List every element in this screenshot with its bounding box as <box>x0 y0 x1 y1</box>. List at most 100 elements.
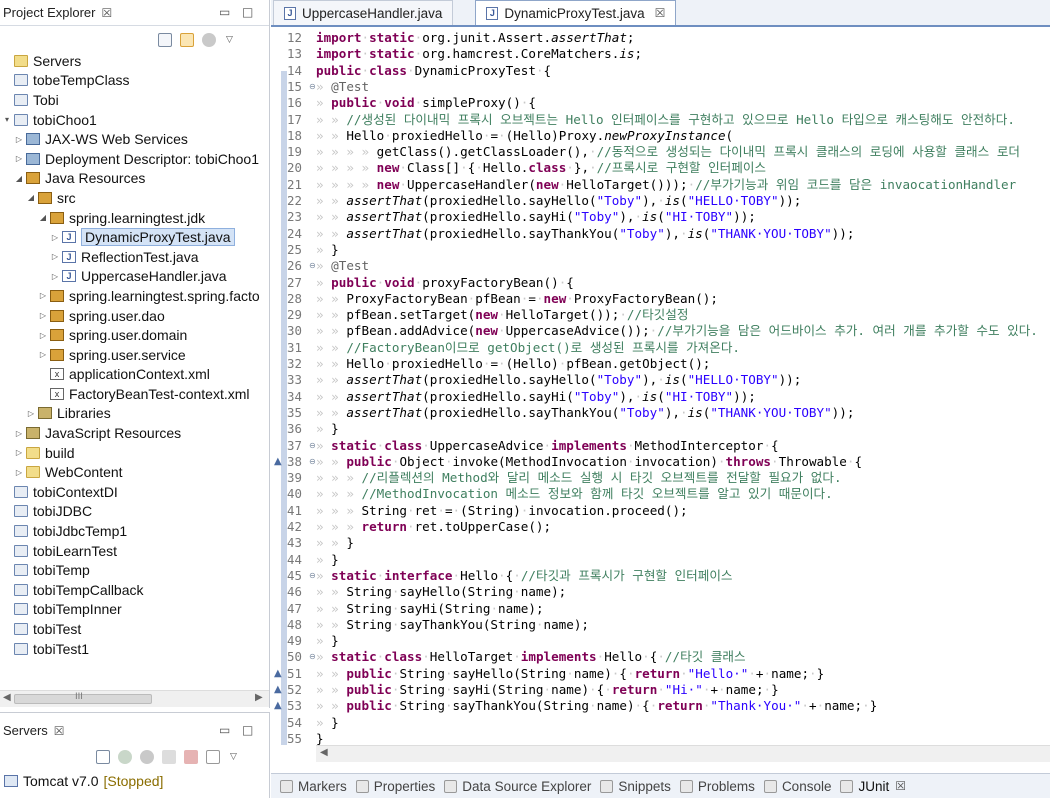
expand-toggle-icon[interactable]: ▷ <box>26 409 36 418</box>
tree-item[interactable]: tobiTest1 <box>0 639 269 659</box>
code-line[interactable]: » static·interface·Hello·{·//타깃과 프록시가 구현… <box>316 568 733 584</box>
override-marker-icon[interactable]: ▲ <box>274 700 282 711</box>
code-line[interactable]: public·class·DynamicProxyTest·{ <box>316 63 551 79</box>
stop-server-icon[interactable] <box>184 750 198 764</box>
fold-toggle-icon[interactable]: ⊖ <box>309 261 316 270</box>
code-line[interactable]: » » assertThat(proxiedHello.sayHi("Toby"… <box>316 209 756 225</box>
code-line[interactable]: » } <box>316 633 339 649</box>
bottom-tab[interactable]: Data Source Explorer <box>444 779 591 794</box>
code-line[interactable]: » » pfBean.setTarget(new·HelloTarget());… <box>316 307 688 323</box>
code-line[interactable]: » » public·String·sayHello(String·name)·… <box>316 666 824 682</box>
collapse-all-icon[interactable] <box>158 33 172 47</box>
publish-icon[interactable] <box>206 750 220 764</box>
scroll-left-icon[interactable]: ◀ <box>3 692 11 703</box>
tree-item[interactable]: ▾ tobiChoo1 <box>0 110 269 130</box>
code-area[interactable]: import·static·org.junit.Assert.assertTha… <box>316 29 1050 745</box>
code-line[interactable]: » » public·Object·invoke(MethodInvocatio… <box>316 454 862 470</box>
tree-item[interactable]: ▷ WebContent <box>0 462 269 482</box>
fold-toggle-icon[interactable]: ⊖ <box>309 441 316 450</box>
expand-toggle-icon[interactable]: ▾ <box>2 115 12 124</box>
code-line[interactable]: » » assertThat(proxiedHello.sayThankYou(… <box>316 226 854 242</box>
code-line[interactable]: } <box>316 731 324 745</box>
profile-server-icon[interactable] <box>140 750 154 764</box>
focus-icon[interactable] <box>202 33 216 47</box>
project-explorer-title[interactable]: Project Explorer <box>3 5 95 20</box>
tree-item[interactable]: ◢ spring.learningtest.jdk <box>0 208 269 228</box>
editor-horizontal-scrollbar[interactable]: ◀ <box>316 745 1050 762</box>
bottom-tab[interactable]: Problems <box>679 779 755 794</box>
tree-item[interactable]: tobeTempClass <box>0 71 269 91</box>
code-line[interactable]: » » //생성된 다이내믹 프록시 오브젝트는 Hello 인터페이스를 구현… <box>316 112 1015 128</box>
expand-toggle-icon[interactable]: ▷ <box>38 291 48 300</box>
code-line[interactable]: » @Test <box>316 258 369 274</box>
code-line[interactable]: » » » » getClass().getClassLoader(),·//동… <box>316 144 1020 160</box>
code-line[interactable]: » » String·sayThankYou(String·name); <box>316 617 589 633</box>
expand-toggle-icon[interactable]: ▷ <box>38 311 48 320</box>
code-line[interactable]: » » assertThat(proxiedHello.sayThankYou(… <box>316 405 854 421</box>
expand-toggle-icon[interactable]: ◢ <box>38 213 48 222</box>
code-line[interactable]: » » » return·ret.toUpperCase(); <box>316 519 551 535</box>
tree-item[interactable]: ◢ Java Resources <box>0 169 269 189</box>
code-line[interactable]: » » //FactoryBean이므로 getObject()로 생성된 프록… <box>316 340 740 356</box>
code-line[interactable]: » static·class·HelloTarget·implements·He… <box>316 649 746 665</box>
tree-item[interactable]: ▷ spring.learningtest.spring.facto <box>0 286 269 306</box>
code-line[interactable]: import·static·org.hamcrest.CoreMatchers.… <box>316 46 642 62</box>
code-line[interactable]: » » Hello·proxiedHello·=·(Hello)·pfBean.… <box>316 356 710 372</box>
tree-item[interactable]: ◢ src <box>0 188 269 208</box>
tree-item[interactable]: ▷ spring.user.service <box>0 345 269 365</box>
tree-item[interactable]: x applicationContext.xml <box>0 365 269 385</box>
bottom-tab[interactable]: Markers <box>280 779 347 794</box>
restart-server-icon[interactable] <box>162 750 176 764</box>
tree-item[interactable]: tobiJdbcTemp1 <box>0 521 269 541</box>
expand-toggle-icon[interactable]: ▷ <box>50 272 60 281</box>
expand-toggle-icon[interactable]: ▷ <box>14 135 24 144</box>
tree-item[interactable]: tobiLearnTest <box>0 541 269 561</box>
override-marker-icon[interactable]: ▲ <box>274 456 282 467</box>
link-with-editor-icon[interactable] <box>180 33 194 47</box>
tree-item[interactable]: tobiContextDI <box>0 482 269 502</box>
code-line[interactable]: » } <box>316 421 339 437</box>
tree-item[interactable]: ▷ Deployment Descriptor: tobiChoo1 <box>0 149 269 169</box>
editor-tab[interactable]: J UppercaseHandler.java <box>273 0 454 25</box>
tree-item[interactable]: ▷ spring.user.dao <box>0 306 269 326</box>
servers-title[interactable]: Servers <box>3 723 48 738</box>
close-icon[interactable]: ☒ <box>101 6 112 20</box>
tree-item[interactable]: tobiJDBC <box>0 502 269 522</box>
tree-item[interactable]: Tobi <box>0 90 269 110</box>
tree-item[interactable]: ▷ Libraries <box>0 404 269 424</box>
code-line[interactable]: » » » //MethodInvocation 메소드 정보와 함께 타깃 오… <box>316 486 833 502</box>
code-line[interactable]: » » » » new·UppercaseHandler(new·HelloTa… <box>316 177 1016 193</box>
tree-item[interactable]: ▷ J ReflectionTest.java <box>0 247 269 267</box>
code-line[interactable]: » » » String·ret·=·(String)·invocation.p… <box>316 503 688 519</box>
code-line[interactable]: » » pfBean.addAdvice(new·UppercaseAdvice… <box>316 323 1038 339</box>
fold-toggle-icon[interactable]: ⊖ <box>309 82 316 91</box>
code-line[interactable]: » » public·String·sayThankYou(String·nam… <box>316 698 877 714</box>
tree-item[interactable]: ▷ spring.user.domain <box>0 325 269 345</box>
bottom-tab[interactable]: Snippets <box>600 779 671 794</box>
code-line[interactable]: » » » //리플렉션의 Method와 달리 메소드 실행 시 타깃 오브젝… <box>316 470 842 486</box>
code-line[interactable]: » » String·sayHello(String·name); <box>316 584 566 600</box>
code-line[interactable]: » static·class·UppercaseAdvice·implement… <box>316 438 779 454</box>
fold-toggle-icon[interactable]: ⊖ <box>309 571 316 580</box>
override-marker-icon[interactable]: ▲ <box>274 668 282 679</box>
code-line[interactable]: » » ProxyFactoryBean·pfBean·=·new·ProxyF… <box>316 291 718 307</box>
scroll-left-icon[interactable]: ◀ <box>320 747 328 758</box>
tree-item[interactable]: tobiTempCallback <box>0 580 269 600</box>
expand-toggle-icon[interactable]: ▷ <box>50 252 60 261</box>
scrollbar-thumb[interactable]: III <box>14 692 152 704</box>
close-icon[interactable]: ☒ <box>655 6 666 20</box>
view-menu-icon[interactable]: ▽ <box>230 752 237 762</box>
bottom-tab[interactable]: Console <box>763 779 831 794</box>
code-line[interactable]: import·static·org.junit.Assert.assertTha… <box>316 30 635 46</box>
tree-item[interactable]: Servers <box>0 51 269 71</box>
expand-toggle-icon[interactable]: ▷ <box>38 331 48 340</box>
code-line[interactable]: » » » » new·Class[]·{·Hello.class·},·//프… <box>316 160 766 176</box>
tree-item[interactable]: ▷ J UppercaseHandler.java <box>0 267 269 287</box>
maximize-icon[interactable]: □ <box>242 5 253 19</box>
tree-item[interactable]: ▷ build <box>0 443 269 463</box>
server-row[interactable]: Tomcat v7.0 [Stopped] <box>4 773 163 789</box>
tree-item[interactable]: ▷ JAX-WS Web Services <box>0 129 269 149</box>
start-server-icon[interactable] <box>118 750 132 764</box>
code-line[interactable]: » public·void·proxyFactoryBean()·{ <box>316 275 574 291</box>
code-line[interactable]: » public·void·simpleProxy()·{ <box>316 95 536 111</box>
